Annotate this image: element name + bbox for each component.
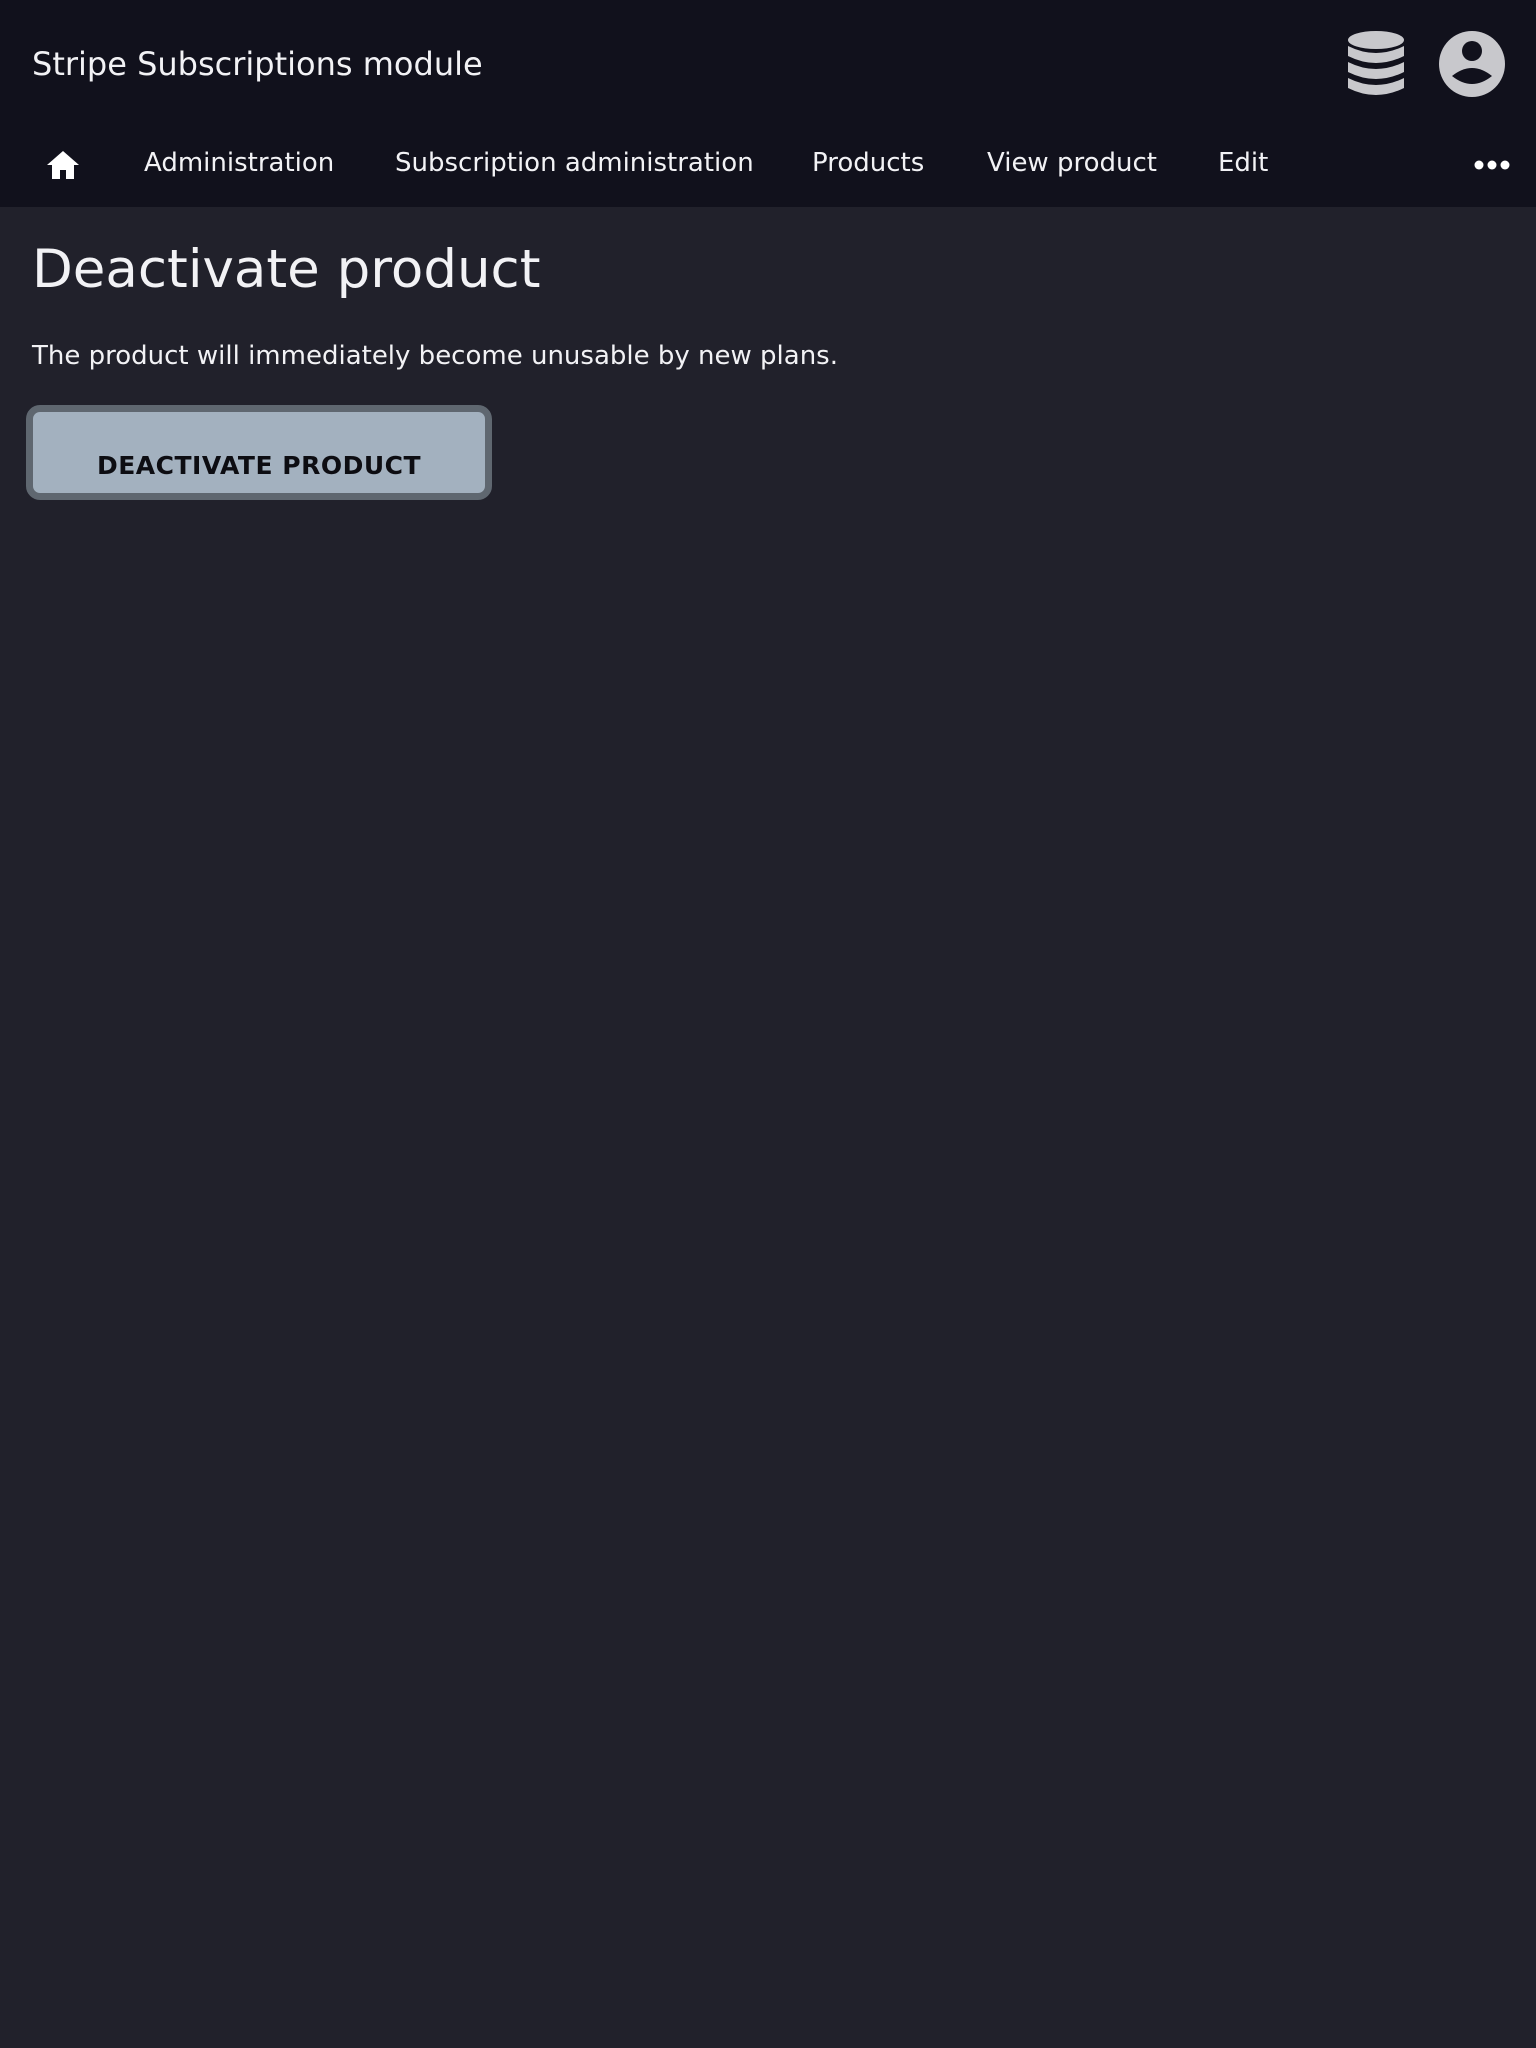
deactivate-product-button[interactable]: DEACTIVATE PRODUCT <box>26 405 492 500</box>
page-title: Deactivate product <box>32 239 541 300</box>
account-icon[interactable] <box>1438 30 1506 98</box>
nav-item-administration[interactable]: Administration <box>144 147 334 179</box>
nav-item-view-product[interactable]: View product <box>987 147 1157 179</box>
app-header: Stripe Subscriptions module Administrati… <box>0 0 1536 207</box>
nav-item-subscription-administration[interactable]: Subscription administration <box>395 147 754 179</box>
app-title: Stripe Subscriptions module <box>32 45 483 83</box>
deactivate-description: The product will immediately become unus… <box>32 341 838 371</box>
breadcrumb-nav: Administration Subscription administrati… <box>0 125 1536 201</box>
more-horizontal-icon[interactable] <box>1474 159 1510 171</box>
database-icon[interactable] <box>1346 30 1406 98</box>
nav-item-products[interactable]: Products <box>812 147 924 179</box>
nav-item-edit[interactable]: Edit <box>1218 147 1268 179</box>
home-icon[interactable] <box>46 149 80 181</box>
